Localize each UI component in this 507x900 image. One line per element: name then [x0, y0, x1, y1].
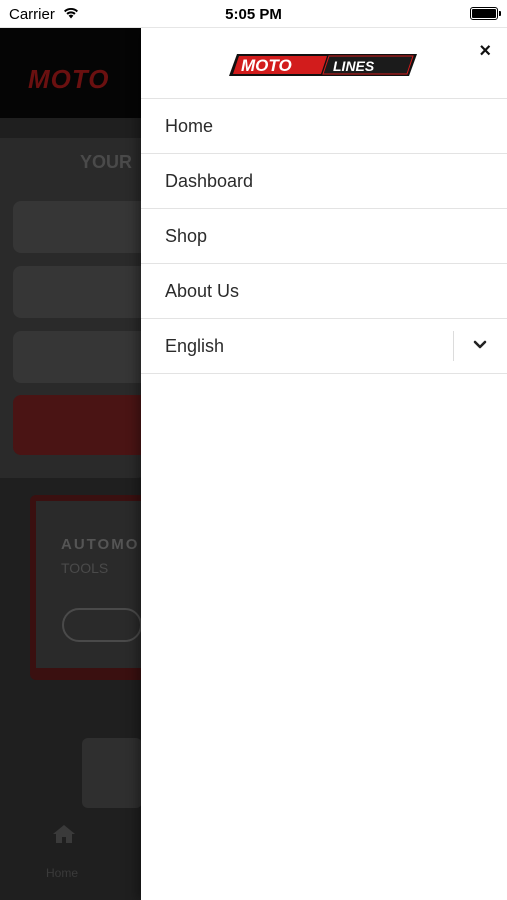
background-input [13, 331, 153, 383]
background-submit-button [13, 395, 153, 455]
background-input [13, 266, 153, 318]
language-selector[interactable]: English [141, 319, 507, 374]
clock: 5:05 PM [225, 6, 282, 23]
motolines-logo: MOTO LINES [229, 54, 417, 76]
status-bar: Carrier 5:05 PM [0, 0, 507, 28]
menu-item-label: Shop [165, 226, 208, 246]
background-brand-image [82, 738, 142, 808]
chevron-down-icon[interactable] [471, 335, 489, 353]
language-divider [453, 331, 454, 361]
background-tab-home-label: Home [46, 866, 79, 880]
background-form-title: YOUR [80, 152, 133, 172]
drawer-header: MOTO LINES × [141, 28, 507, 99]
background-banner-title: AUTOMO [61, 536, 140, 553]
menu-item-label: Dashboard [165, 171, 254, 191]
close-icon[interactable]: × [479, 40, 491, 63]
menu-item-label: Home [165, 116, 214, 136]
home-icon [53, 825, 75, 843]
battery-icon [470, 7, 501, 20]
background-banner [30, 495, 150, 680]
menu-item-dashboard[interactable]: Dashboard [141, 154, 507, 209]
svg-text:MOTO: MOTO [241, 56, 292, 75]
background-logo: MOTO [28, 64, 110, 94]
background-input [13, 201, 153, 253]
svg-text:LINES: LINES [333, 58, 375, 74]
menu-item-shop[interactable]: Shop [141, 209, 507, 264]
side-drawer: MOTO LINES × Home Dashboard Shop About U… [141, 28, 507, 900]
menu-item-about-us[interactable]: About Us [141, 264, 507, 319]
menu-item-home[interactable]: Home [141, 99, 507, 154]
background-banner-button [62, 608, 142, 642]
language-selected-label: English [165, 336, 225, 356]
menu-item-label: About Us [165, 281, 240, 301]
background-banner-subtitle: TOOLS [61, 560, 109, 576]
